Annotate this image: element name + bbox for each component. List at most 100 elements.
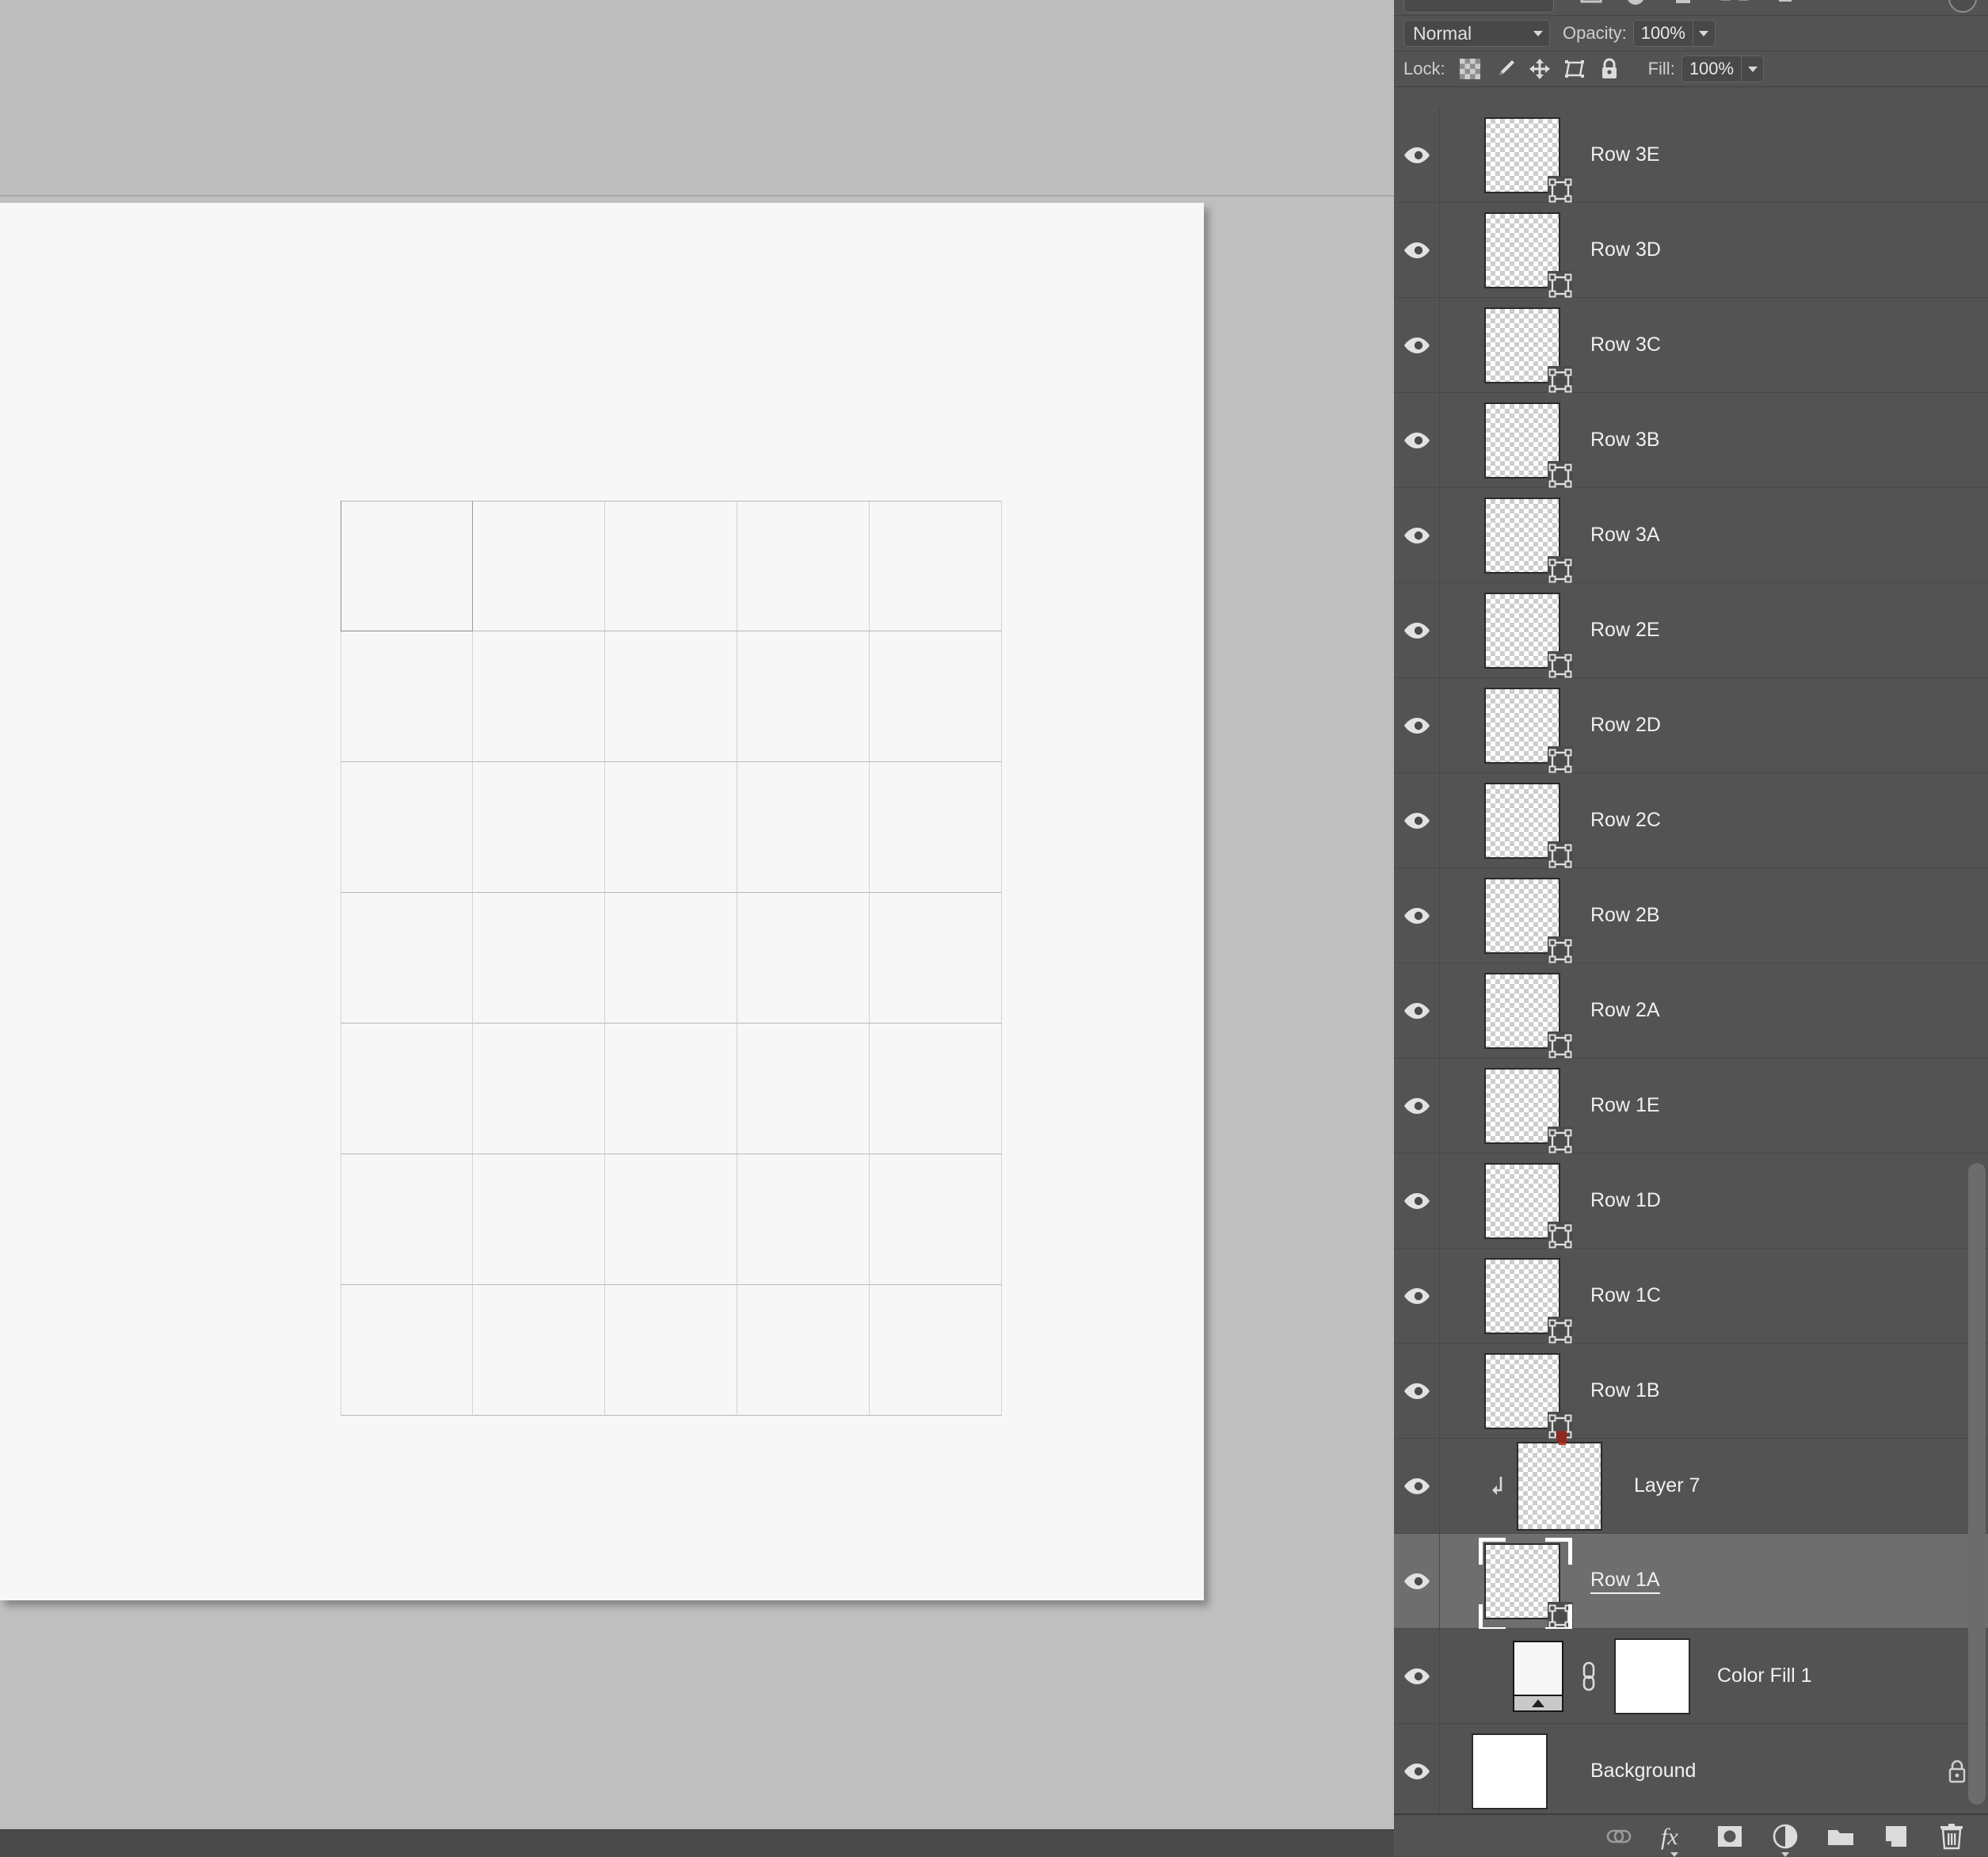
opacity-dropdown-button[interactable] <box>1692 21 1715 46</box>
canvas-grid-cell[interactable] <box>341 501 473 631</box>
layer-thumbnail[interactable] <box>1484 1067 1573 1155</box>
layer-visibility-toggle[interactable] <box>1394 678 1440 772</box>
canvas-grid-cell[interactable] <box>605 631 737 762</box>
layer-visibility-toggle[interactable] <box>1394 1439 1440 1533</box>
layer-thumbnail[interactable] <box>1472 1733 1548 1809</box>
canvas-grid-cell[interactable] <box>737 893 870 1024</box>
layer-row[interactable]: Row 2D <box>1394 678 1988 775</box>
lock-transparency-icon[interactable] <box>1455 55 1485 82</box>
lock-all-icon[interactable] <box>1594 55 1624 82</box>
lock-image-pixels-icon[interactable] <box>1490 55 1520 82</box>
layer-row[interactable]: Row 1B <box>1394 1344 1988 1440</box>
layer-mask-thumbnail[interactable] <box>1614 1638 1690 1714</box>
layer-name-label[interactable]: Row 2D <box>1590 714 1661 737</box>
canvas-grid-cell[interactable] <box>473 1154 605 1285</box>
fill-dropdown-button[interactable] <box>1741 56 1763 82</box>
layer-thumbnail[interactable] <box>1517 1430 1602 1531</box>
canvas-grid-cell[interactable] <box>605 762 737 893</box>
canvas-grid-cell[interactable] <box>737 501 870 631</box>
layer-thumbnail[interactable] <box>1484 592 1573 680</box>
layer-thumbnail-wrap[interactable] <box>1484 877 1573 965</box>
canvas-grid-cell[interactable] <box>737 631 870 762</box>
canvas-grid-cell[interactable] <box>605 893 737 1024</box>
canvas-grid-cell[interactable] <box>473 501 605 631</box>
canvas-grid-cell[interactable] <box>737 1285 870 1416</box>
layer-thumbnail-wrap[interactable] <box>1484 782 1573 870</box>
canvas-grid-cell[interactable] <box>473 893 605 1024</box>
canvas-grid-cell[interactable] <box>605 501 737 631</box>
layer-row[interactable]: Background <box>1394 1724 1988 1813</box>
layer-name-label[interactable]: Row 1C <box>1590 1284 1661 1307</box>
layer-thumbnail[interactable] <box>1484 116 1573 204</box>
canvas-grid-cell[interactable] <box>473 1024 605 1154</box>
link-layers-button[interactable] <box>1597 1818 1641 1855</box>
layer-thumbnail[interactable] <box>1484 1352 1573 1440</box>
layer-thumbnail-wrap[interactable] <box>1472 1733 1548 1809</box>
filter-enable-toggle[interactable] <box>1948 0 1977 13</box>
layer-thumbnail[interactable] <box>1484 1162 1573 1250</box>
layer-name-label[interactable]: Row 3E <box>1590 143 1660 166</box>
layer-thumbnail-wrap[interactable] <box>1484 1352 1573 1440</box>
layer-name-label[interactable]: Row 3C <box>1590 334 1661 357</box>
layer-visibility-toggle[interactable] <box>1394 1534 1440 1628</box>
smart-object-filter-icon[interactable] <box>1776 0 1803 8</box>
canvas-grid-cell[interactable] <box>737 1024 870 1154</box>
canvas-grid-cell[interactable] <box>870 501 1002 631</box>
layer-row[interactable]: Row 1D <box>1394 1153 1988 1250</box>
layer-thumbnail[interactable] <box>1484 972 1573 1060</box>
layer-thumbnail-wrap[interactable] <box>1484 307 1573 395</box>
canvas-grid-cell[interactable] <box>341 631 473 762</box>
canvas-grid-cell[interactable] <box>473 631 605 762</box>
layer-thumbnail-wrap[interactable] <box>1484 212 1573 299</box>
layer-name-label[interactable]: Row 3A <box>1590 524 1660 547</box>
adjustment-filter-icon[interactable] <box>1622 0 1649 8</box>
layer-thumbnail-wrap[interactable] <box>1484 1257 1573 1345</box>
canvas-grid-cell[interactable] <box>473 1285 605 1416</box>
canvas-grid-cell[interactable] <box>341 1285 473 1416</box>
layer-visibility-toggle[interactable] <box>1394 108 1440 202</box>
layer-thumbnail[interactable] <box>1484 497 1573 585</box>
layer-thumbnail-wrap[interactable] <box>1484 402 1573 490</box>
canvas-grid-cell[interactable] <box>473 762 605 893</box>
layer-name-label[interactable]: Row 1B <box>1590 1379 1660 1402</box>
canvas-grid-cell[interactable] <box>737 1154 870 1285</box>
document-canvas[interactable] <box>0 203 1204 1600</box>
canvas-grid-cell[interactable] <box>737 762 870 893</box>
layer-row[interactable]: Layer 7 <box>1394 1430 1988 1534</box>
layer-thumbnail-wrap[interactable] <box>1484 592 1573 680</box>
layer-visibility-toggle[interactable] <box>1394 1153 1440 1248</box>
lock-position-icon[interactable] <box>1525 55 1555 82</box>
new-adjustment-layer-button[interactable] <box>1763 1818 1807 1857</box>
layer-visibility-toggle[interactable] <box>1394 1058 1440 1153</box>
layer-visibility-toggle[interactable] <box>1394 203 1440 297</box>
shape-filter-icon[interactable] <box>1719 0 1749 8</box>
layer-row[interactable]: Row 3D <box>1394 203 1988 299</box>
layer-visibility-toggle[interactable] <box>1394 773 1440 867</box>
add-layer-mask-button[interactable] <box>1708 1818 1752 1855</box>
new-layer-button[interactable] <box>1874 1818 1918 1855</box>
layer-row[interactable]: Row 3A <box>1394 488 1988 585</box>
layer-thumbnail-wrap[interactable] <box>1484 116 1573 204</box>
type-filter-icon[interactable] <box>1670 0 1697 8</box>
canvas-grid-cell[interactable] <box>341 1154 473 1285</box>
layer-thumbnail[interactable] <box>1484 307 1573 395</box>
layer-thumbnail-wrap[interactable] <box>1484 1162 1573 1250</box>
layer-row[interactable]: Row 3C <box>1394 298 1988 395</box>
canvas-grid-cell[interactable] <box>605 1154 737 1285</box>
delete-layer-button[interactable] <box>1929 1818 1974 1855</box>
layer-style-button[interactable]: fx <box>1652 1818 1697 1857</box>
layer-filter-kind-select[interactable] <box>1403 0 1554 13</box>
layer-thumbnail[interactable] <box>1484 877 1573 965</box>
layer-visibility-toggle[interactable] <box>1394 298 1440 392</box>
fill-layer-thumbnail[interactable] <box>1513 1640 1563 1712</box>
layers-panel-scrollbar[interactable] <box>1968 1163 1986 1805</box>
layer-visibility-toggle[interactable] <box>1394 1724 1440 1813</box>
layer-visibility-toggle[interactable] <box>1394 1629 1440 1723</box>
layer-name-input[interactable]: Row 1A <box>1590 1569 1660 1594</box>
opacity-field[interactable]: 100% <box>1632 20 1716 47</box>
mask-link-icon[interactable] <box>1576 1659 1601 1694</box>
layer-name-label[interactable]: Background <box>1590 1760 1696 1783</box>
canvas-grid-cell[interactable] <box>870 1024 1002 1154</box>
layer-visibility-toggle[interactable] <box>1394 583 1440 677</box>
layer-thumbnail[interactable] <box>1484 782 1573 870</box>
